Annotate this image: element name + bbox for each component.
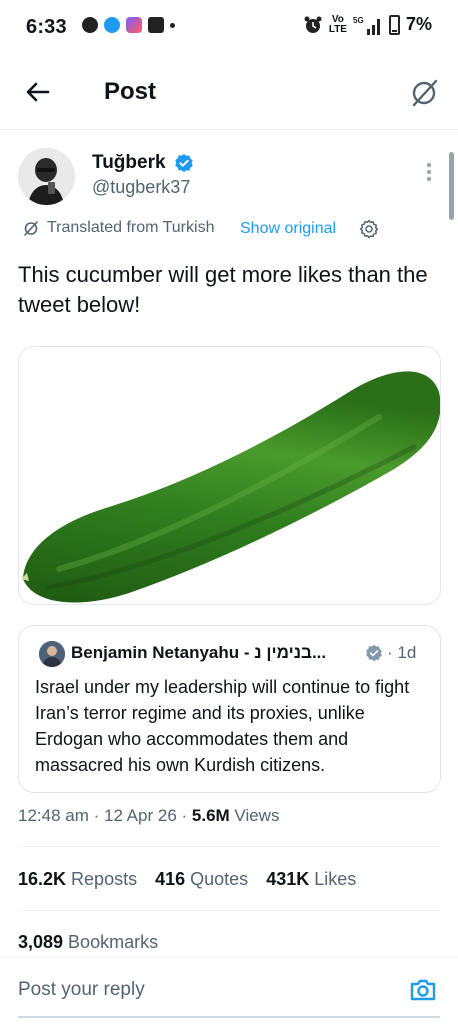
grok-icon[interactable] bbox=[406, 74, 442, 110]
views-count: 5.6M bbox=[191, 806, 230, 825]
author-photo bbox=[18, 148, 75, 205]
reply-bar bbox=[0, 956, 458, 1024]
post-timestamp: 12:48 am · 12 Apr 26 · bbox=[18, 806, 192, 825]
quote-author-photo bbox=[39, 641, 65, 667]
quotes-label: Quotes bbox=[185, 869, 249, 889]
bookmarks-count: 3,089 bbox=[18, 932, 64, 952]
reposts-label: Reposts bbox=[66, 869, 138, 889]
more-notifications-dot bbox=[170, 22, 175, 28]
app-notification-icon bbox=[126, 17, 142, 33]
volte-icon: Vo LTE bbox=[328, 13, 347, 35]
post-meta: 12:48 am · 12 Apr 26 · 5.6M Views bbox=[18, 806, 279, 826]
camera-icon[interactable] bbox=[408, 975, 438, 1005]
quotes-count: 416 bbox=[155, 869, 186, 889]
quote-author-avatar bbox=[39, 641, 65, 667]
likes-stat[interactable]: 431K Likes bbox=[266, 869, 356, 890]
reply-underline bbox=[18, 1016, 440, 1018]
author-handle[interactable]: @tugberk37 bbox=[92, 177, 190, 198]
post-media[interactable] bbox=[18, 346, 441, 605]
show-original-link[interactable]: Show original bbox=[240, 220, 336, 238]
page-title: Post bbox=[104, 78, 157, 105]
translated-label: Translated from Turkish bbox=[47, 219, 215, 236]
more-options-icon[interactable] bbox=[422, 160, 436, 184]
bookmarks-label: Bookmarks bbox=[63, 932, 159, 952]
verified-badge-icon[interactable] bbox=[174, 153, 194, 173]
translation-notice: Translated from Turkish bbox=[22, 219, 214, 237]
divider bbox=[18, 910, 440, 911]
engagement-stats: 16.2K Reposts 416 Quotes 431K Likes bbox=[18, 869, 356, 890]
reposts-count: 16.2K bbox=[18, 869, 67, 889]
battery-level: 7% bbox=[405, 14, 432, 34]
quote-time: · 1d bbox=[387, 643, 417, 662]
likes-label: Likes bbox=[309, 869, 357, 889]
signal-icon: 5G bbox=[353, 16, 380, 35]
views-label: Views bbox=[229, 806, 280, 825]
author-avatar[interactable] bbox=[18, 148, 75, 205]
battery-icon bbox=[388, 14, 400, 35]
chat-notification-icon bbox=[82, 17, 98, 33]
quote-text: Israel under my leadership will continue… bbox=[35, 677, 410, 775]
bookmarks-stat[interactable]: 3,089 Bookmarks bbox=[18, 932, 158, 953]
post-text: This cucumber will get more likes than t… bbox=[18, 262, 428, 317]
reposts-stat[interactable]: 16.2K Reposts bbox=[18, 869, 137, 890]
x-notification-icon bbox=[148, 17, 164, 33]
notification-icons bbox=[82, 17, 175, 33]
quotes-stat[interactable]: 416 Quotes bbox=[155, 869, 248, 890]
messenger-notification-icon bbox=[104, 17, 120, 33]
status-bar: 6:33 Vo LTE 5G 7% bbox=[0, 0, 458, 56]
cucumber-image bbox=[21, 371, 440, 603]
quote-author-name: Benjamin Netanyahu - בנימין נ... bbox=[71, 643, 327, 662]
divider bbox=[18, 846, 440, 847]
network-label: 5G bbox=[353, 16, 364, 25]
status-time: 6:33 bbox=[26, 16, 67, 38]
author-display-name[interactable]: Tuğberk bbox=[92, 152, 166, 174]
back-arrow-icon[interactable] bbox=[20, 74, 56, 110]
status-right: Vo LTE 5G 7% bbox=[303, 14, 432, 35]
alarm-icon bbox=[304, 16, 322, 33]
post-header: Post bbox=[0, 56, 458, 130]
likes-count: 431K bbox=[266, 869, 310, 889]
quote-verified-badge-icon bbox=[366, 644, 382, 662]
scrollbar[interactable] bbox=[449, 152, 454, 220]
quoted-post[interactable]: Benjamin Netanyahu - בנימין נ... · 1d Is… bbox=[18, 625, 441, 793]
grok-small-icon bbox=[24, 221, 38, 236]
reply-input[interactable] bbox=[18, 979, 358, 1001]
gear-icon[interactable] bbox=[358, 218, 380, 240]
